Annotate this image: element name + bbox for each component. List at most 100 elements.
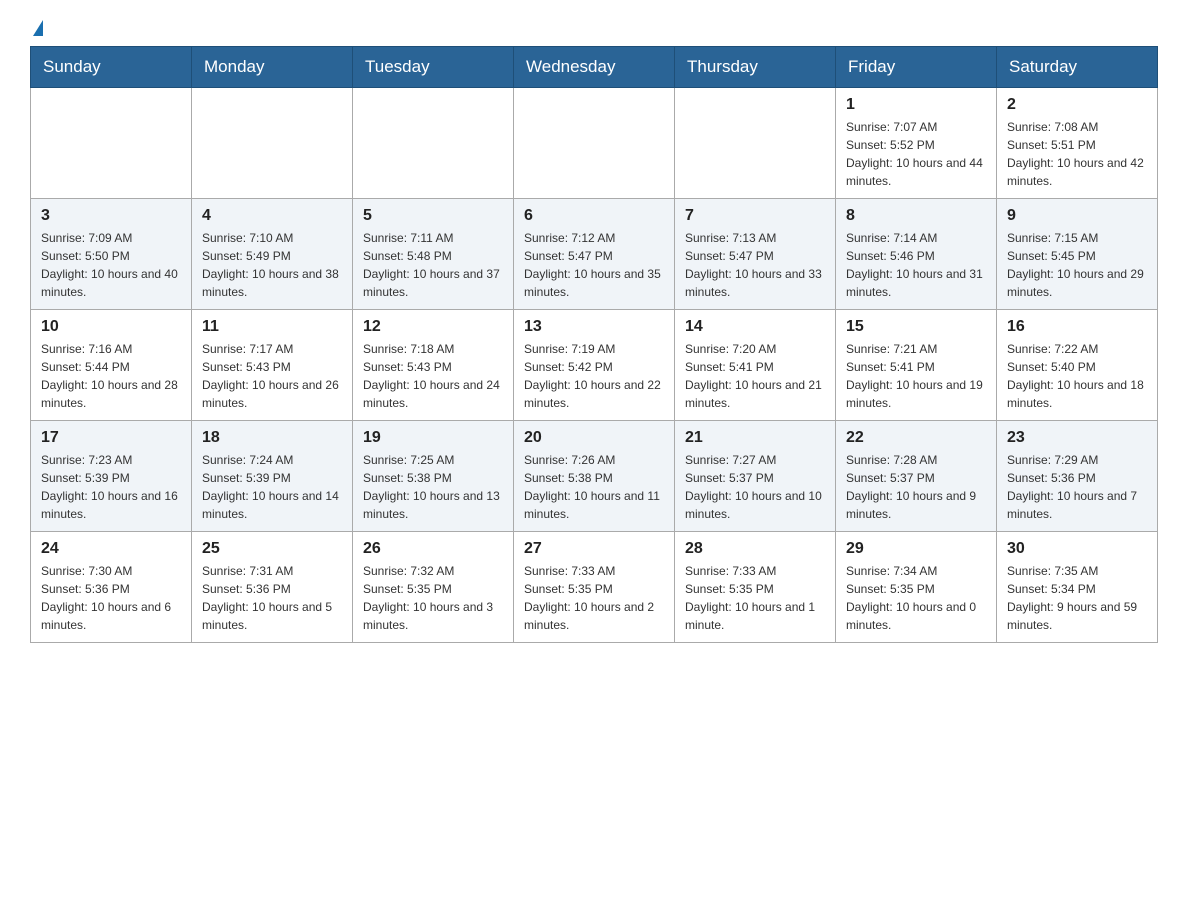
page-header [30,20,1158,36]
day-info: Sunrise: 7:30 AM Sunset: 5:36 PM Dayligh… [41,562,181,634]
day-info: Sunrise: 7:16 AM Sunset: 5:44 PM Dayligh… [41,340,181,412]
day-number: 10 [41,318,181,336]
calendar-cell: 8 Sunrise: 7:14 AM Sunset: 5:46 PM Daylig… [836,199,997,310]
weekday-header-tuesday: Tuesday [353,47,514,88]
day-number: 30 [1007,540,1147,558]
weekday-header-thursday: Thursday [675,47,836,88]
day-info: Sunrise: 7:12 AM Sunset: 5:47 PM Dayligh… [524,229,664,301]
calendar-cell: 3 Sunrise: 7:09 AM Sunset: 5:50 PM Daylig… [31,199,192,310]
day-info: Sunrise: 7:23 AM Sunset: 5:39 PM Dayligh… [41,451,181,523]
day-info: Sunrise: 7:24 AM Sunset: 5:39 PM Dayligh… [202,451,342,523]
weekday-header-friday: Friday [836,47,997,88]
day-number: 18 [202,429,342,447]
day-info: Sunrise: 7:18 AM Sunset: 5:43 PM Dayligh… [363,340,503,412]
day-number: 15 [846,318,986,336]
calendar-cell: 2 Sunrise: 7:08 AM Sunset: 5:51 PM Daylig… [997,88,1158,199]
calendar-cell: 24 Sunrise: 7:30 AM Sunset: 5:36 PM Dayli… [31,532,192,643]
day-info: Sunrise: 7:35 AM Sunset: 5:34 PM Dayligh… [1007,562,1147,634]
weekday-header-saturday: Saturday [997,47,1158,88]
day-info: Sunrise: 7:21 AM Sunset: 5:41 PM Dayligh… [846,340,986,412]
day-info: Sunrise: 7:25 AM Sunset: 5:38 PM Dayligh… [363,451,503,523]
calendar-cell: 30 Sunrise: 7:35 AM Sunset: 5:34 PM Dayli… [997,532,1158,643]
calendar-cell: 26Sunrise: 7:32 AM Sunset: 5:35 PM Dayli… [353,532,514,643]
calendar-cell: 6 Sunrise: 7:12 AM Sunset: 5:47 PM Daylig… [514,199,675,310]
calendar-cell: 16Sunrise: 7:22 AM Sunset: 5:40 PM Dayli… [997,310,1158,421]
calendar-cell: 20 Sunrise: 7:26 AM Sunset: 5:38 PM Dayli… [514,421,675,532]
calendar-cell [31,88,192,199]
calendar-cell: 15 Sunrise: 7:21 AM Sunset: 5:41 PM Dayli… [836,310,997,421]
calendar-cell: 1 Sunrise: 7:07 AM Sunset: 5:52 PM Daylig… [836,88,997,199]
day-info: Sunrise: 7:22 AM Sunset: 5:40 PM Dayligh… [1007,340,1147,412]
weekday-header-monday: Monday [192,47,353,88]
day-number: 20 [524,429,664,447]
day-number: 24 [41,540,181,558]
calendar-cell: 18 Sunrise: 7:24 AM Sunset: 5:39 PM Dayli… [192,421,353,532]
day-number: 6 [524,207,664,225]
calendar-cell [192,88,353,199]
day-number: 23 [1007,429,1147,447]
day-info: Sunrise: 7:08 AM Sunset: 5:51 PM Dayligh… [1007,118,1147,190]
day-number: 3 [41,207,181,225]
day-number: 14 [685,318,825,336]
day-number: 19 [363,429,503,447]
day-number: 12 [363,318,503,336]
calendar-cell: 17Sunrise: 7:23 AM Sunset: 5:39 PM Dayli… [31,421,192,532]
calendar-week-2: 3 Sunrise: 7:09 AM Sunset: 5:50 PM Daylig… [31,199,1158,310]
calendar-cell: 28Sunrise: 7:33 AM Sunset: 5:35 PM Dayli… [675,532,836,643]
day-info: Sunrise: 7:29 AM Sunset: 5:36 PM Dayligh… [1007,451,1147,523]
calendar-week-1: 1 Sunrise: 7:07 AM Sunset: 5:52 PM Daylig… [31,88,1158,199]
calendar-cell: 29 Sunrise: 7:34 AM Sunset: 5:35 PM Dayli… [836,532,997,643]
calendar-cell [675,88,836,199]
day-info: Sunrise: 7:33 AM Sunset: 5:35 PM Dayligh… [524,562,664,634]
calendar-cell: 11 Sunrise: 7:17 AM Sunset: 5:43 PM Dayli… [192,310,353,421]
calendar-table: SundayMondayTuesdayWednesdayThursdayFrid… [30,46,1158,643]
calendar-cell [514,88,675,199]
day-info: Sunrise: 7:07 AM Sunset: 5:52 PM Dayligh… [846,118,986,190]
logo-triangle-icon [33,20,43,36]
day-number: 13 [524,318,664,336]
calendar-cell: 7 Sunrise: 7:13 AM Sunset: 5:47 PM Daylig… [675,199,836,310]
weekday-header-wednesday: Wednesday [514,47,675,88]
day-info: Sunrise: 7:10 AM Sunset: 5:49 PM Dayligh… [202,229,342,301]
calendar-header-row: SundayMondayTuesdayWednesdayThursdayFrid… [31,47,1158,88]
day-info: Sunrise: 7:34 AM Sunset: 5:35 PM Dayligh… [846,562,986,634]
day-number: 29 [846,540,986,558]
day-number: 9 [1007,207,1147,225]
day-info: Sunrise: 7:11 AM Sunset: 5:48 PM Dayligh… [363,229,503,301]
day-number: 11 [202,318,342,336]
day-number: 22 [846,429,986,447]
day-number: 4 [202,207,342,225]
calendar-cell: 10 Sunrise: 7:16 AM Sunset: 5:44 PM Dayli… [31,310,192,421]
day-info: Sunrise: 7:14 AM Sunset: 5:46 PM Dayligh… [846,229,986,301]
day-number: 26 [363,540,503,558]
calendar-cell: 27Sunrise: 7:33 AM Sunset: 5:35 PM Dayli… [514,532,675,643]
calendar-cell: 12 Sunrise: 7:18 AM Sunset: 5:43 PM Dayli… [353,310,514,421]
day-number: 7 [685,207,825,225]
day-number: 1 [846,96,986,114]
day-info: Sunrise: 7:27 AM Sunset: 5:37 PM Dayligh… [685,451,825,523]
day-info: Sunrise: 7:28 AM Sunset: 5:37 PM Dayligh… [846,451,986,523]
calendar-cell: 21Sunrise: 7:27 AM Sunset: 5:37 PM Dayli… [675,421,836,532]
day-info: Sunrise: 7:17 AM Sunset: 5:43 PM Dayligh… [202,340,342,412]
calendar-cell: 13 Sunrise: 7:19 AM Sunset: 5:42 PM Dayli… [514,310,675,421]
day-info: Sunrise: 7:13 AM Sunset: 5:47 PM Dayligh… [685,229,825,301]
day-number: 2 [1007,96,1147,114]
logo [30,20,43,36]
day-info: Sunrise: 7:26 AM Sunset: 5:38 PM Dayligh… [524,451,664,523]
day-info: Sunrise: 7:19 AM Sunset: 5:42 PM Dayligh… [524,340,664,412]
calendar-cell: 25Sunrise: 7:31 AM Sunset: 5:36 PM Dayli… [192,532,353,643]
day-number: 5 [363,207,503,225]
day-info: Sunrise: 7:15 AM Sunset: 5:45 PM Dayligh… [1007,229,1147,301]
weekday-header-sunday: Sunday [31,47,192,88]
calendar-cell: 23 Sunrise: 7:29 AM Sunset: 5:36 PM Dayli… [997,421,1158,532]
calendar-cell: 4 Sunrise: 7:10 AM Sunset: 5:49 PM Daylig… [192,199,353,310]
calendar-cell: 22 Sunrise: 7:28 AM Sunset: 5:37 PM Dayli… [836,421,997,532]
calendar-cell: 14Sunrise: 7:20 AM Sunset: 5:41 PM Dayli… [675,310,836,421]
day-number: 25 [202,540,342,558]
calendar-cell: 9 Sunrise: 7:15 AM Sunset: 5:45 PM Daylig… [997,199,1158,310]
day-number: 28 [685,540,825,558]
calendar-week-4: 17Sunrise: 7:23 AM Sunset: 5:39 PM Dayli… [31,421,1158,532]
day-number: 8 [846,207,986,225]
calendar-cell: 19 Sunrise: 7:25 AM Sunset: 5:38 PM Dayli… [353,421,514,532]
day-info: Sunrise: 7:09 AM Sunset: 5:50 PM Dayligh… [41,229,181,301]
